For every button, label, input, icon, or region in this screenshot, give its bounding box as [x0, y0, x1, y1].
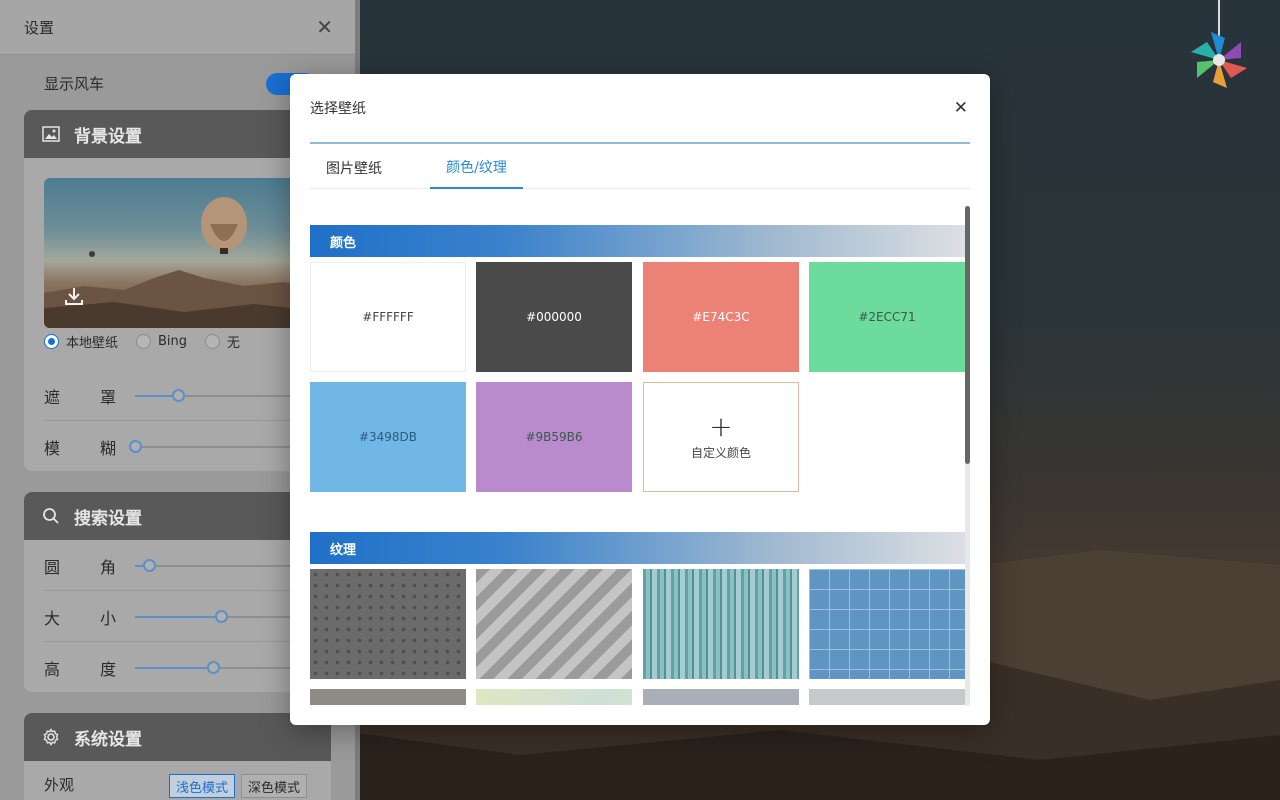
- texture-swatch[interactable]: [643, 689, 799, 705]
- color-swatch[interactable]: #2ECC71: [809, 262, 965, 372]
- radio-button[interactable]: [44, 333, 59, 349]
- color-swatch-label: #FFFFFF: [362, 310, 414, 324]
- wallpaper-thumbnail[interactable]: [44, 178, 310, 328]
- search-settings-title: 搜索设置: [74, 508, 142, 529]
- pinwheel-icon[interactable]: [1186, 0, 1252, 92]
- slider-label-char: 糊: [99, 439, 116, 458]
- dialog-scrollbar[interactable]: [965, 206, 970, 706]
- appearance-label: 外观: [44, 776, 75, 794]
- tab-image-wallpaper[interactable]: 图片壁纸: [310, 146, 398, 189]
- radio-none[interactable]: 无: [205, 332, 240, 351]
- slider-label-char: 模: [44, 439, 61, 458]
- slider-label-char: 角: [99, 558, 116, 577]
- color-swatch[interactable]: #E74C3C: [643, 262, 799, 372]
- appearance-row: 外观: [44, 774, 74, 795]
- radio-bing[interactable]: Bing: [136, 333, 188, 349]
- radio-button[interactable]: [136, 333, 152, 349]
- slider-label: 遮罩: [44, 384, 134, 408]
- color-swatch[interactable]: #FFFFFF: [310, 262, 466, 372]
- slider-knob[interactable]: [172, 389, 186, 402]
- custom-color-label: 自定义颜色: [690, 445, 751, 460]
- slider-label: 高度: [44, 656, 134, 680]
- download-icon[interactable]: [64, 286, 84, 306]
- background-settings-header[interactable]: 背景设置: [24, 110, 331, 158]
- color-swatch-label: #2ECC71: [858, 310, 916, 324]
- search-settings-body: 圆角 大小 高度: [24, 540, 331, 692]
- dark-mode-button[interactable]: 深色模式: [241, 774, 308, 798]
- dialog-title: 选择壁纸: [310, 101, 366, 117]
- wallpaper-tabs: 图片壁纸 颜色/纹理: [310, 146, 970, 189]
- slider-label-char: 大: [44, 609, 61, 628]
- background-settings-body: 本地壁纸 Bing 无 遮罩 模糊: [24, 158, 331, 471]
- slider-label-char: 遮: [44, 388, 61, 407]
- color-swatch-label: #000000: [526, 310, 582, 324]
- slider-label-char: 度: [99, 660, 116, 679]
- radio-label: Bing: [158, 333, 188, 349]
- slider-knob[interactable]: [142, 559, 156, 572]
- size-slider-row: 大小: [44, 592, 331, 642]
- custom-color-button[interactable]: + 自定义颜色: [643, 382, 799, 492]
- slider-label: 圆角: [44, 554, 134, 578]
- color-swatch[interactable]: #3498DB: [310, 382, 466, 492]
- wallpaper-source-radios: 本地壁纸 Bing 无: [44, 330, 258, 352]
- radius-slider-row: 圆角: [44, 541, 331, 591]
- texture-blue-grid-swatch[interactable]: [809, 569, 965, 679]
- background-settings-title: 背景设置: [74, 126, 142, 147]
- texture-swatch[interactable]: [809, 689, 965, 705]
- slider-label-char: 小: [99, 609, 116, 628]
- dialog-header: 选择壁纸 ✕: [310, 74, 970, 144]
- settings-panel-header: 设置 ✕: [0, 0, 355, 55]
- slider-label-char: 高: [44, 660, 61, 679]
- color-swatch[interactable]: #9B59B6: [476, 382, 632, 492]
- color-swatch-label: #E74C3C: [692, 310, 750, 324]
- system-settings-header[interactable]: 系统设置: [24, 713, 331, 761]
- radio-local-wallpaper[interactable]: 本地壁纸: [44, 332, 118, 351]
- gear-icon: [43, 728, 59, 746]
- color-swatch[interactable]: #000000: [476, 262, 632, 372]
- search-icon: [43, 508, 59, 524]
- scrollbar-thumb[interactable]: [965, 206, 970, 464]
- slider-label-char: 罩: [99, 388, 116, 407]
- image-icon: [42, 126, 60, 142]
- slider-label-char: 圆: [44, 558, 61, 577]
- slider-label: 模糊: [44, 435, 134, 459]
- slider-knob[interactable]: [129, 440, 142, 453]
- tab-color-texture[interactable]: 颜色/纹理: [430, 146, 523, 189]
- show-windmill-label: 显示风车: [44, 74, 105, 93]
- light-mode-button[interactable]: 浅色模式: [169, 774, 236, 798]
- texture-teal-lines-swatch[interactable]: [643, 569, 799, 679]
- texture-stripes-swatch[interactable]: [476, 569, 632, 679]
- divider: [44, 641, 331, 642]
- close-icon[interactable]: ✕: [316, 17, 333, 37]
- slider-label: 大小: [44, 605, 134, 629]
- height-slider-row: 高度: [44, 643, 331, 693]
- radio-label: 无: [227, 335, 241, 351]
- system-settings-title: 系统设置: [74, 729, 142, 750]
- settings-panel-title: 设置: [24, 18, 55, 37]
- radio-label: 本地壁纸: [66, 335, 119, 351]
- search-settings-header[interactable]: 搜索设置: [24, 492, 331, 540]
- wallpaper-options-list[interactable]: 颜色 #FFFFFF #000000 #E74C3C #2ECC71 #3498…: [310, 204, 970, 705]
- plus-icon: +: [709, 409, 733, 443]
- color-swatch-label: #9B59B6: [525, 430, 583, 444]
- texture-swatch[interactable]: [476, 689, 632, 705]
- divider: [44, 420, 331, 421]
- close-icon[interactable]: ✕: [954, 98, 968, 118]
- texture-section-header: 纹理: [310, 532, 965, 564]
- texture-dots-swatch[interactable]: [310, 569, 466, 679]
- blur-slider-row: 模糊: [44, 422, 331, 472]
- color-swatch-label: #3498DB: [358, 430, 418, 444]
- slider-knob[interactable]: [215, 610, 229, 623]
- divider: [44, 590, 331, 591]
- mask-slider-row: 遮罩: [44, 371, 331, 421]
- radio-button[interactable]: [205, 333, 221, 349]
- color-section-header: 颜色: [310, 225, 965, 257]
- wallpaper-picker-dialog: 选择壁纸 ✕ 图片壁纸 颜色/纹理 颜色 #FFFFFF #000000 #E7…: [290, 74, 990, 725]
- slider-knob[interactable]: [207, 661, 221, 674]
- texture-swatch[interactable]: [310, 689, 466, 705]
